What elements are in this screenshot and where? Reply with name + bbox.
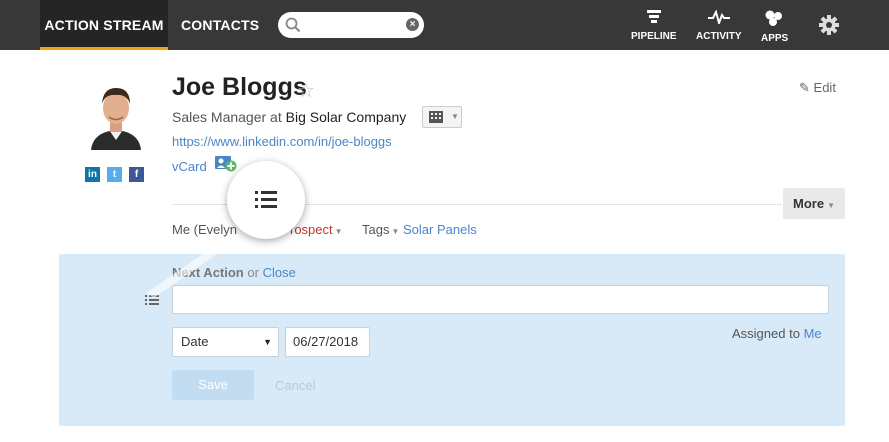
list-icon — [255, 191, 277, 208]
settings-button[interactable] — [818, 14, 840, 36]
gear-icon — [819, 15, 839, 35]
add-contact-icon — [215, 156, 237, 172]
tag-solar-panels[interactable]: Solar Panels — [403, 222, 477, 237]
pipeline-label: PIPELINE — [631, 31, 677, 42]
clear-search-icon[interactable]: × — [406, 18, 419, 31]
date-input[interactable]: 06/27/2018 — [285, 327, 370, 357]
linkedin-icon[interactable]: in — [85, 167, 100, 182]
assignee-link[interactable]: Me — [804, 326, 822, 341]
contact-photo — [85, 80, 147, 150]
activity-button[interactable]: ACTIVITY — [696, 9, 742, 42]
more-label: More — [793, 196, 825, 211]
linkedin-url-link[interactable]: https://www.linkedin.com/in/joe-bloggs — [172, 134, 392, 149]
apps-icon — [765, 10, 782, 26]
job-title-prefix: Sales Manager at — [172, 109, 282, 125]
top-navigation-bar: ACTION STREAM CONTACTS × PIPELINE ACTIVI… — [0, 0, 889, 50]
building-icon — [429, 111, 443, 123]
twitter-icon[interactable]: t — [107, 167, 122, 182]
add-contact-button[interactable] — [215, 156, 237, 177]
chevron-down-icon: ▼ — [827, 201, 835, 210]
tab-action-stream[interactable]: ACTION STREAM — [40, 0, 168, 50]
tags-label: Tags — [362, 222, 390, 237]
avatar — [85, 80, 147, 150]
apps-label: APPS — [761, 33, 789, 44]
edit-label: Edit — [813, 80, 836, 95]
tab-contacts[interactable]: CONTACTS — [181, 0, 259, 50]
pencil-icon: ✎ — [799, 80, 810, 95]
job-title: Sales Manager at Big Solar Company — [172, 109, 406, 125]
vcard-link[interactable]: vCard — [172, 159, 207, 174]
dropdown-arrow-icon: ▼ — [263, 337, 272, 347]
next-action-input[interactable] — [172, 285, 829, 314]
chevron-down-icon: ▼ — [334, 227, 343, 236]
pipeline-button[interactable]: PIPELINE — [631, 10, 677, 42]
edit-button[interactable]: ✎ Edit — [799, 80, 836, 96]
date-type-value: Date — [181, 334, 209, 349]
cancel-button[interactable]: Cancel — [275, 378, 315, 393]
date-type-select[interactable]: Date ▼ — [172, 327, 279, 357]
status-field[interactable]: rospect ▼ — [290, 222, 343, 237]
close-link[interactable]: Close — [263, 265, 296, 280]
assigned-label: Assigned to — [732, 326, 800, 341]
more-button[interactable]: More ▼ — [783, 188, 845, 219]
company-name[interactable]: Big Solar Company — [286, 109, 407, 125]
magnifier-callout — [227, 161, 305, 239]
pipeline-funnel-icon — [646, 10, 661, 23]
company-dropdown-button[interactable]: ▼ — [422, 106, 462, 128]
apps-button[interactable]: APPS — [761, 10, 788, 44]
tags-field[interactable]: Tags ▼ Solar Panels — [362, 222, 477, 237]
search-input[interactable]: × — [278, 12, 424, 38]
activity-pulse-icon — [707, 9, 730, 27]
chevron-down-icon: ▼ — [451, 112, 459, 121]
facebook-icon[interactable]: f — [129, 167, 144, 182]
save-button[interactable]: Save — [172, 370, 254, 400]
assigned-to: Assigned to Me — [732, 326, 822, 341]
search-icon — [285, 17, 301, 33]
activity-label: ACTIVITY — [696, 31, 742, 42]
chevron-down-icon: ▼ — [391, 227, 400, 236]
contact-name: Joe Bloggs — [172, 73, 307, 101]
star-icon[interactable]: ☆ — [297, 78, 315, 103]
